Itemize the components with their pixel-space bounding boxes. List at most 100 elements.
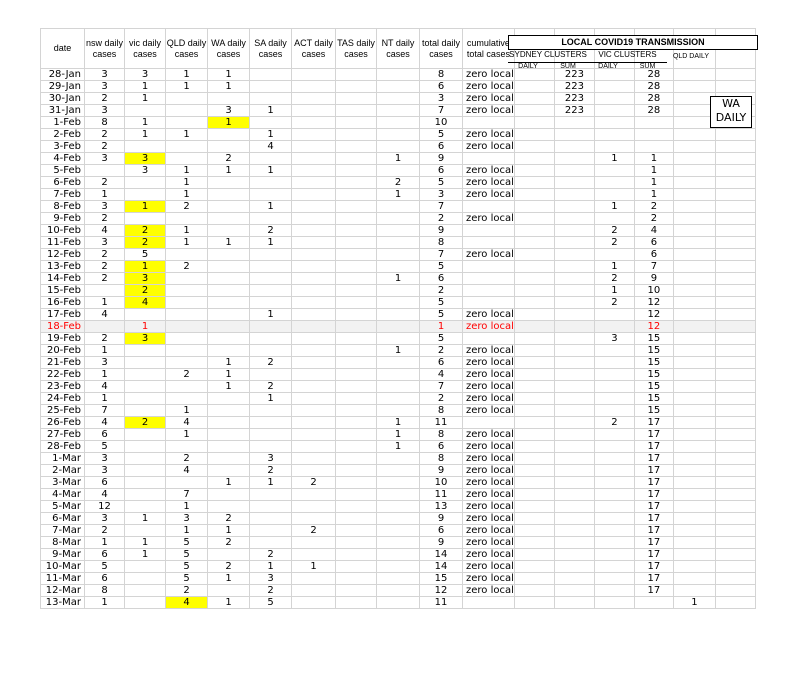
table-cell[interactable]: 1 (207, 80, 250, 93)
header-tas[interactable]: TAS daily cases (335, 28, 377, 69)
table-cell[interactable]: 15 (633, 332, 674, 345)
table-cell[interactable] (124, 524, 166, 537)
table-cell[interactable]: 7 (419, 248, 463, 261)
table-cell[interactable] (376, 140, 420, 153)
table-cell[interactable] (335, 548, 377, 561)
table-cell[interactable]: 1 (291, 560, 336, 573)
table-cell[interactable]: 8 (419, 404, 463, 417)
table-cell[interactable]: zero local (462, 320, 515, 333)
table-cell[interactable] (335, 380, 377, 393)
date-cell[interactable]: 31-Jan (40, 104, 85, 117)
table-cell[interactable] (291, 596, 336, 609)
table-cell[interactable] (714, 476, 756, 489)
table-cell[interactable] (714, 524, 756, 537)
table-cell[interactable] (335, 224, 377, 237)
table-cell[interactable]: 1 (593, 284, 635, 297)
table-cell[interactable]: 7 (419, 200, 463, 213)
table-cell[interactable] (633, 140, 674, 153)
table-cell[interactable] (249, 152, 292, 165)
table-cell[interactable] (672, 584, 716, 597)
table-cell[interactable] (249, 92, 292, 105)
table-cell[interactable]: 6 (419, 140, 463, 153)
table-cell[interactable] (593, 536, 635, 549)
table-cell[interactable]: 2 (124, 224, 166, 237)
header-wa[interactable]: WA daily cases (207, 28, 250, 69)
table-cell[interactable]: 1 (124, 320, 166, 333)
table-cell[interactable]: 2 (84, 524, 125, 537)
table-cell[interactable] (672, 128, 716, 141)
table-cell[interactable] (249, 500, 292, 513)
table-cell[interactable] (672, 404, 716, 417)
table-cell[interactable] (513, 260, 555, 273)
table-cell[interactable]: 1 (207, 68, 250, 81)
table-cell[interactable] (249, 188, 292, 201)
table-cell[interactable] (553, 596, 595, 609)
table-cell[interactable]: 2 (84, 332, 125, 345)
table-cell[interactable]: 8 (84, 116, 125, 129)
table-cell[interactable] (291, 356, 336, 369)
table-cell[interactable]: 1 (376, 440, 420, 453)
date-cell[interactable]: 9-Feb (40, 212, 85, 225)
table-cell[interactable]: 4 (165, 416, 208, 429)
table-cell[interactable]: 3 (84, 512, 125, 525)
header-act[interactable]: ACT daily cases (291, 28, 336, 69)
date-cell[interactable]: 5-Feb (40, 164, 85, 177)
table-cell[interactable]: 4 (165, 596, 208, 609)
table-cell[interactable] (714, 512, 756, 525)
table-cell[interactable]: 1 (84, 596, 125, 609)
table-cell[interactable]: 2 (84, 140, 125, 153)
date-cell[interactable]: 6-Feb (40, 176, 85, 189)
table-cell[interactable] (165, 308, 208, 321)
table-cell[interactable] (291, 236, 336, 249)
table-cell[interactable] (376, 560, 420, 573)
table-cell[interactable]: zero local (462, 140, 515, 153)
table-cell[interactable] (165, 332, 208, 345)
table-cell[interactable]: 2 (124, 284, 166, 297)
table-cell[interactable] (553, 488, 595, 501)
table-cell[interactable] (714, 284, 756, 297)
table-cell[interactable]: 1 (593, 200, 635, 213)
table-cell[interactable]: 5 (165, 572, 208, 585)
table-cell[interactable]: 1 (84, 296, 125, 309)
table-cell[interactable] (553, 152, 595, 165)
table-cell[interactable]: 1 (84, 392, 125, 405)
table-cell[interactable] (124, 392, 166, 405)
table-cell[interactable]: 1 (249, 104, 292, 117)
table-cell[interactable] (513, 560, 555, 573)
table-cell[interactable]: zero local (462, 428, 515, 441)
table-cell[interactable] (593, 140, 635, 153)
table-cell[interactable]: 4 (249, 140, 292, 153)
table-cell[interactable]: zero local (462, 212, 515, 225)
table-cell[interactable] (672, 380, 716, 393)
table-cell[interactable] (249, 284, 292, 297)
table-cell[interactable] (376, 128, 420, 141)
table-cell[interactable] (714, 212, 756, 225)
table-cell[interactable] (553, 428, 595, 441)
table-cell[interactable] (335, 368, 377, 381)
table-cell[interactable] (249, 296, 292, 309)
table-cell[interactable] (672, 272, 716, 285)
table-cell[interactable]: 2 (165, 368, 208, 381)
table-cell[interactable]: 3 (84, 464, 125, 477)
table-cell[interactable]: 4 (84, 308, 125, 321)
table-cell[interactable]: 223 (553, 104, 595, 117)
table-cell[interactable] (513, 416, 555, 429)
table-cell[interactable] (714, 428, 756, 441)
table-cell[interactable] (462, 200, 515, 213)
table-cell[interactable] (376, 116, 420, 129)
table-cell[interactable]: 6 (633, 248, 674, 261)
table-cell[interactable] (553, 344, 595, 357)
table-cell[interactable] (124, 308, 166, 321)
table-cell[interactable] (553, 392, 595, 405)
table-cell[interactable] (553, 260, 595, 273)
table-cell[interactable]: 2 (593, 236, 635, 249)
table-cell[interactable]: 6 (419, 356, 463, 369)
table-cell[interactable]: 1 (419, 320, 463, 333)
table-cell[interactable]: 1 (376, 344, 420, 357)
table-cell[interactable]: 2 (291, 476, 336, 489)
table-cell[interactable]: zero local (462, 368, 515, 381)
table-cell[interactable] (291, 68, 336, 81)
date-cell[interactable]: 24-Feb (40, 392, 85, 405)
table-cell[interactable] (513, 476, 555, 489)
table-cell[interactable] (633, 596, 674, 609)
